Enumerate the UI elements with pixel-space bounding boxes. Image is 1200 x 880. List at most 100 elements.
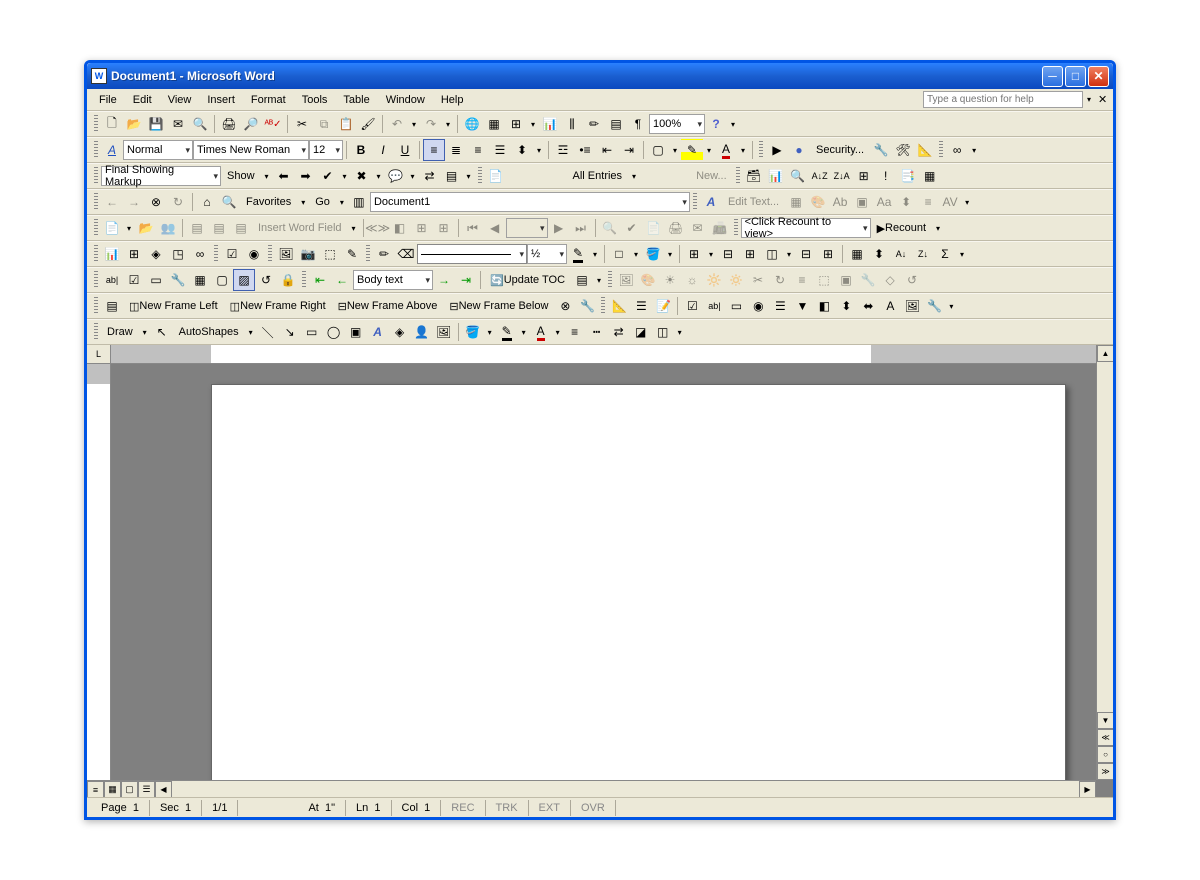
undo-dropdown[interactable]: ▾ [408, 120, 420, 129]
address-input[interactable]: Document1 [370, 192, 690, 212]
insert-clip-icon[interactable]: 📷 [297, 243, 319, 265]
increase-indent-icon[interactable]: ⇥ [618, 139, 640, 161]
menu-edit[interactable]: Edit [125, 92, 160, 108]
chain-icon[interactable]: ∞ [189, 243, 211, 265]
doc-map-icon[interactable]: ▤ [605, 113, 627, 135]
form-table-icon[interactable]: ▦ [189, 269, 211, 291]
toolbar-grip[interactable] [214, 245, 218, 263]
toolbar-grip[interactable] [693, 193, 697, 211]
draw-menu-button[interactable]: Draw [101, 321, 139, 343]
italic-icon[interactable]: I [372, 139, 394, 161]
wordart-vertical-icon[interactable]: ⬍ [895, 191, 917, 213]
close-document-button[interactable]: ✕ [1095, 93, 1109, 106]
menu-tools[interactable]: Tools [294, 92, 336, 108]
excel-icon[interactable]: 📊 [539, 113, 561, 135]
insert-table-icon[interactable]: ⊞ [505, 113, 527, 135]
db-mailmerge-icon[interactable]: 🗃 [743, 165, 765, 187]
form-text-abl-icon[interactable]: ab| [101, 269, 123, 291]
spellcheck-icon[interactable]: ᴬᴮ✓ [262, 113, 284, 135]
status-line[interactable]: Ln 1 [346, 800, 392, 816]
show-hide-pilcrow-icon[interactable]: ¶ [627, 113, 649, 135]
outside-border-icon[interactable]: □ [608, 243, 630, 265]
all-entries-dropdown[interactable]: ▾ [628, 172, 640, 181]
bulleted-list-icon[interactable]: •≡ [574, 139, 596, 161]
wordart-insert-icon[interactable]: A [367, 321, 389, 343]
merge-fax-icon[interactable]: 📠 [709, 217, 731, 239]
insert-word-field-button[interactable]: Insert Word Field [252, 217, 348, 239]
new-frame-left-button[interactable]: ◫ New Frame Left [123, 295, 224, 317]
ctrl-listbox-icon[interactable]: ☰ [769, 295, 791, 317]
form-reset-icon[interactable]: ↺ [255, 269, 277, 291]
favorites-button[interactable]: Favorites [240, 191, 297, 213]
wordart-spacing-icon[interactable]: AV [939, 191, 961, 213]
line-style-dropdown[interactable] [417, 244, 527, 264]
reject-change-icon[interactable]: ✖ [351, 165, 373, 187]
form-props-icon[interactable]: 🔧 [167, 269, 189, 291]
home-icon[interactable]: ⌂ [196, 191, 218, 213]
bold-icon[interactable]: B [350, 139, 372, 161]
border-icon[interactable]: ▢ [647, 139, 669, 161]
font-color-draw-icon[interactable]: A [530, 321, 552, 343]
border-dropdown[interactable]: ▾ [669, 146, 681, 155]
arrow-style-icon[interactable]: ⇄ [608, 321, 630, 343]
new-frame-above-button[interactable]: ⊟ New Frame Above [332, 295, 444, 317]
db-query-icon[interactable]: 🔍 [787, 165, 809, 187]
scroll-right-icon[interactable]: ▶ [1079, 781, 1096, 797]
pic-color-icon[interactable]: 🎨 [637, 269, 659, 291]
toolbar-grip[interactable] [939, 141, 943, 159]
open-icon[interactable]: 📂 [123, 113, 145, 135]
tables-borders-icon[interactable]: ▦ [483, 113, 505, 135]
redo-dropdown[interactable]: ▾ [442, 120, 454, 129]
toolbar-grip[interactable] [94, 193, 98, 211]
3d-icon[interactable]: ◫ [652, 321, 674, 343]
diagram-insert-icon[interactable]: ◈ [389, 321, 411, 343]
db-open-icon[interactable]: 📊 [765, 165, 787, 187]
ctrl-more-dropdown[interactable]: ▾ [945, 302, 957, 311]
show-web-toolbar-icon[interactable]: ▥ [348, 191, 370, 213]
font-dropdown[interactable]: Times New Roman [193, 140, 309, 160]
insert-word-field-dropdown[interactable]: ▾ [348, 224, 360, 233]
view-print-icon[interactable]: ▢ [121, 781, 138, 797]
db-insert-icon[interactable]: ⊞ [853, 165, 875, 187]
accept-change-icon[interactable]: ✔ [317, 165, 339, 187]
vba-icon[interactable]: 🔧 [870, 139, 892, 161]
autoshapes-button[interactable]: AutoShapes [173, 321, 245, 343]
fill-dropdown[interactable]: ▾ [484, 328, 496, 337]
pivot-icon[interactable]: ⊞ [123, 243, 145, 265]
cut-icon[interactable]: ✂ [291, 113, 313, 135]
ctrl-checkbox-icon[interactable]: ☑ [681, 295, 703, 317]
find-entry-icon[interactable]: 🔍 [599, 217, 621, 239]
pic-reset-icon[interactable]: ↺ [901, 269, 923, 291]
demote-body-icon[interactable]: ⇥ [455, 269, 477, 291]
shading-dropdown[interactable]: ▾ [664, 250, 676, 259]
menu-insert[interactable]: Insert [199, 92, 243, 108]
ctrl-scroll-icon[interactable]: ⬌ [857, 295, 879, 317]
scroll-left-icon[interactable]: ◀ [155, 781, 172, 797]
autotext-entries-icon[interactable]: 📄 [485, 165, 507, 187]
outside-border-dropdown[interactable]: ▾ [630, 250, 642, 259]
merge-print-icon[interactable]: 🖨 [665, 217, 687, 239]
first-record-icon[interactable]: ⏮ [462, 217, 484, 239]
frame-props-icon[interactable]: 🔧 [576, 295, 598, 317]
control-design-icon[interactable]: 📐 [608, 295, 630, 317]
minimize-button[interactable]: ─ [1042, 66, 1063, 87]
line-weight-dropdown[interactable]: ½ [527, 244, 567, 264]
wordart-shape-icon[interactable]: Ab [829, 191, 851, 213]
numbered-list-icon[interactable]: ☲ [552, 139, 574, 161]
ctrl-textbox-icon[interactable]: ab| [703, 295, 725, 317]
refresh-icon[interactable]: ↻ [167, 191, 189, 213]
help-options-dropdown[interactable]: ▾ [727, 120, 739, 129]
back-icon[interactable]: ← [101, 191, 123, 213]
db-find-record-icon[interactable]: 📑 [897, 165, 919, 187]
horizontal-ruler[interactable] [111, 345, 1096, 364]
highlight-fields-icon[interactable]: ◧ [389, 217, 411, 239]
recipients-icon[interactable]: 👥 [157, 217, 179, 239]
help-dropdown-arrow[interactable]: ▾ [1083, 95, 1095, 104]
autoformat-table-icon[interactable]: ▦ [846, 243, 868, 265]
new-frame-below-button[interactable]: ⊟ New Frame Below [443, 295, 554, 317]
autotext-dropdown[interactable]: ▾ [968, 146, 980, 155]
picture-file-icon[interactable]: 🖼 [433, 321, 455, 343]
wordart-spacing-dropdown[interactable]: ▾ [961, 198, 973, 207]
cell-align-dropdown[interactable]: ▾ [783, 250, 795, 259]
form-checkbox-icon[interactable]: ☑ [221, 243, 243, 265]
